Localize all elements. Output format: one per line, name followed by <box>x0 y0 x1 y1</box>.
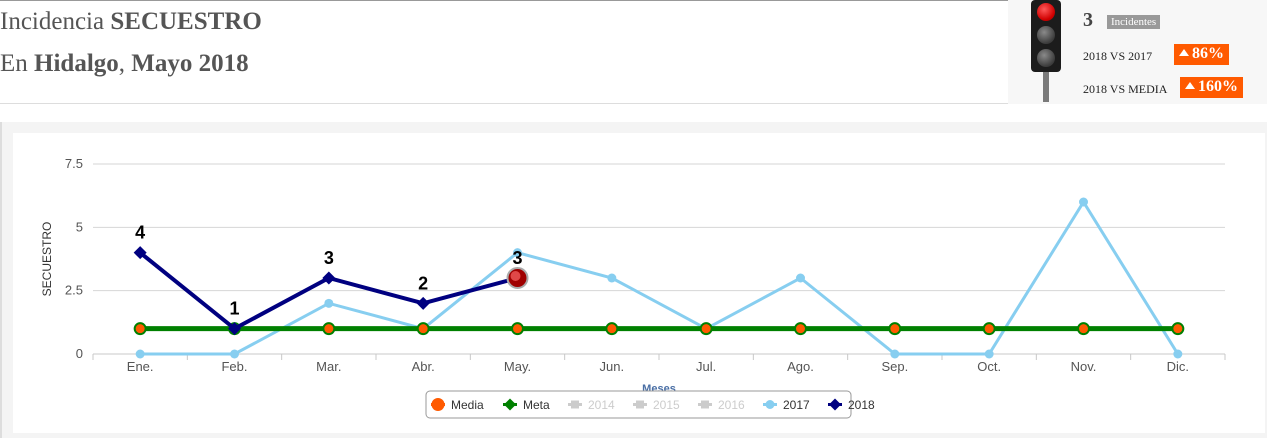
series-meta-point <box>699 322 713 336</box>
traffic-light-icon <box>1031 0 1061 72</box>
chart-container: 0 2.5 5 7.5 Ene. Feb. Mar. Abr. May. Jun. Jul. Ago.… <box>0 122 1267 438</box>
x-tick-label: Ene. <box>127 359 154 374</box>
series-2017-point <box>890 349 900 359</box>
header-top-rule <box>0 0 1008 1</box>
legend-entry-label: 2016 <box>718 398 745 412</box>
subtitle-period: Mayo 2018 <box>131 50 249 77</box>
x-tick-label: Mar. <box>316 359 341 374</box>
title-prefix: Incidencia <box>0 8 111 35</box>
y-axis-title: SECUESTRO <box>40 222 54 297</box>
y-tick-label: 2.5 <box>65 283 83 298</box>
y-tick-label: 5 <box>76 219 83 234</box>
kpi-panel: 3 Incidentes 2018 VS 2017 86% 2018 VS ME… <box>1008 0 1267 104</box>
traffic-light-green <box>1037 49 1055 67</box>
chart-card: 0 2.5 5 7.5 Ene. Feb. Mar. Abr. May. Jun. Jul. Ago.… <box>13 133 1265 433</box>
series-2017-point <box>607 273 617 283</box>
x-tick-label: Feb. <box>221 359 247 374</box>
legend-entry-label: 2017 <box>783 398 810 412</box>
legend-entry-label: Meta <box>523 398 550 412</box>
x-tick-label: May. <box>504 359 531 374</box>
title-block: Incidencia SECUESTRO En Hidalgo, Mayo 20… <box>0 2 1008 104</box>
compare-media-label: 2018 VS MEDIA <box>1083 82 1168 96</box>
series-2017-point <box>135 349 145 359</box>
series-2018-point <box>416 296 430 310</box>
compare-media-badge: 160% <box>1180 77 1243 98</box>
data-label: 3 <box>324 248 334 268</box>
series-meta-point <box>888 322 902 336</box>
series-meta-point <box>133 322 147 336</box>
series-2017-point <box>1173 349 1183 359</box>
series-meta-point <box>605 322 619 336</box>
arrow-up-icon <box>1185 82 1195 89</box>
data-label: 2 <box>418 273 428 293</box>
legend-entry-label: Media <box>451 398 484 412</box>
legend-entry-label: 2015 <box>653 398 680 412</box>
compare-media-value: 160% <box>1198 78 1238 95</box>
compare-2017-badge: 86% <box>1174 44 1229 65</box>
x-tick-label: Sep. <box>881 359 908 374</box>
traffic-light-red <box>1037 3 1055 21</box>
series-2017-point <box>230 349 239 359</box>
x-tick-label: Oct. <box>977 359 1001 374</box>
series-2017-line <box>140 199 1180 356</box>
series-meta-point <box>322 322 336 336</box>
incident-count: 3 <box>1083 9 1093 31</box>
legend-swatch-marker <box>571 400 579 409</box>
x-tick-label: Abr. <box>412 359 435 374</box>
legend-swatch-marker <box>701 400 709 409</box>
legend-swatch-marker <box>636 400 644 409</box>
series-meta-point <box>1077 322 1090 336</box>
incident-count-label: Incidentes <box>1107 15 1161 29</box>
legend-swatch-marker <box>431 398 445 411</box>
series-2018-current-highlight <box>510 271 521 281</box>
series-2017-point <box>1079 197 1088 207</box>
series-2017-point <box>984 349 994 359</box>
data-label: 4 <box>135 223 145 243</box>
x-tick-label: Nov. <box>1071 359 1097 374</box>
subtitle-prefix: En <box>0 50 35 77</box>
series-meta-point <box>1171 322 1185 336</box>
x-tick-label: Ago. <box>787 359 814 374</box>
legend-entry-label: 2014 <box>588 398 615 412</box>
series-2017-point <box>324 298 334 308</box>
x-tick-label: Dic. <box>1167 359 1189 374</box>
series-meta-point <box>982 322 996 336</box>
traffic-light-yellow <box>1037 26 1055 44</box>
y-tick-label: 0 <box>76 346 83 361</box>
data-label: 1 <box>229 299 239 319</box>
x-tick-label: Jun. <box>600 359 625 374</box>
y-tick-label: 7.5 <box>65 156 83 171</box>
legend-swatch-marker <box>765 400 775 409</box>
series-meta-point <box>511 322 524 336</box>
x-tick-label: Jul. <box>696 359 716 374</box>
legend-entry-label: 2018 <box>848 398 875 412</box>
arrow-up-icon <box>1179 49 1189 56</box>
series-meta-point <box>416 322 430 336</box>
compare-2017-value: 86% <box>1192 45 1224 62</box>
page-title: Incidencia SECUESTRO <box>0 8 262 36</box>
series-2017-point <box>796 273 805 283</box>
subtitle-separator: , <box>118 50 132 77</box>
compare-2017-label: 2018 VS 2017 <box>1083 49 1153 63</box>
subtitle-state: Hidalgo <box>34 50 119 77</box>
data-label: 3 <box>512 248 522 268</box>
traffic-light-pole <box>1043 72 1049 102</box>
title-crime: SECUESTRO <box>110 8 262 35</box>
series-meta-point <box>794 322 807 336</box>
line-chart: 0 2.5 5 7.5 Ene. Feb. Mar. Abr. May. Jun. Jul. Ago.… <box>40 156 1226 419</box>
page-subtitle: En Hidalgo, Mayo 2018 <box>0 50 249 78</box>
